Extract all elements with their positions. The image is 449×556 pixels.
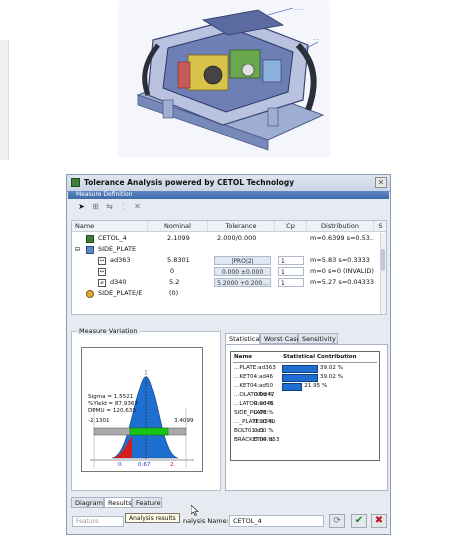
row-nominal: 5.2 — [169, 278, 180, 286]
tab-results[interactable]: Results — [104, 497, 132, 508]
toolbar: ➤ ⊞ ⇆ ⫶ ✕ — [69, 200, 389, 214]
lower-limit: -2.1301 — [88, 418, 110, 424]
close-button[interactable]: ✕ — [375, 177, 387, 188]
contribution-bar — [282, 373, 318, 382]
column-header-distribution[interactable]: Distribution — [307, 221, 374, 232]
collapse-icon[interactable]: ⊟ — [75, 244, 80, 255]
column-header-tolerance[interactable]: Tolerance — [208, 221, 275, 232]
mean-value: 0.67 — [138, 462, 151, 468]
footer-bar: Feature nalysis Name: Analysis results C… — [69, 511, 389, 531]
analysis-name-input[interactable]: CETOL_4 — [229, 515, 324, 527]
row-nominal: 0 — [170, 267, 175, 275]
row-nominal: 5.8301 — [167, 256, 190, 264]
part-icon — [86, 246, 94, 254]
row-tolerance: 2.000/0.000 — [217, 234, 257, 242]
contribution-percent: 0.00 % — [254, 401, 274, 407]
cp-field[interactable]: 1 — [278, 278, 304, 287]
column-header-name[interactable]: Name — [72, 221, 148, 232]
contribution-percent: 39.02 % — [319, 365, 343, 371]
tab-sensitivity[interactable]: Sensitivity — [298, 333, 338, 344]
svg-text:.....: ..... — [313, 36, 319, 41]
cancel-button[interactable]: ✖ — [371, 514, 387, 528]
refresh-button[interactable]: ⟳ — [329, 514, 345, 528]
tolerance-analysis-window: Tolerance Analysis powered by CETOL Tech… — [66, 174, 391, 535]
tab-diagram[interactable]: Diagram — [71, 497, 104, 508]
analysis-name-label: nalysis Name: — [183, 517, 229, 525]
column-header-nominal[interactable]: Nominal — [148, 221, 208, 232]
cp-field[interactable]: 1 — [278, 256, 304, 265]
row-name: SIDE_PLATE/E — [98, 289, 143, 297]
row-name: ad363 — [110, 256, 131, 264]
row-distribution: m=5.83 s=0.3333 — [310, 256, 370, 264]
svg-text:........: ........ — [294, 6, 304, 11]
cad-assembly-image: ........ ..... — [118, 0, 330, 158]
row-distribution: m=0 s=0 (INVALID) — [310, 267, 374, 275]
table-scrollbar-thumb[interactable] — [381, 249, 385, 271]
row-distribution: m=0.6399 s=0.53... — [310, 234, 374, 242]
row-distribution: m=5.27 s=0.04333 — [310, 278, 374, 286]
dimension-icon: ↔ — [98, 257, 106, 265]
contribution-percent: 0.00 % — [254, 392, 274, 398]
left-panel-fragment — [0, 40, 9, 160]
tab-statistical[interactable]: Statistical — [225, 333, 261, 344]
tab-worst-case[interactable]: Worst Case — [260, 333, 301, 344]
row-name: SIDE_PLATE — [98, 245, 137, 253]
row-nominal: (0) — [169, 289, 179, 297]
yield-value: %Yield = 87.9367 — [88, 401, 139, 407]
column-header-name: Name — [234, 354, 253, 360]
contribution-percent: 0.00 % — [254, 428, 274, 434]
contribution-percent: 0.00 % — [254, 419, 274, 425]
diameter-icon: ⌀ — [98, 279, 106, 287]
measure-icon — [86, 235, 94, 243]
app-icon — [71, 178, 80, 187]
stats-readout: Sigma = 1.5521 %Yield = 87.9367 DPMU = 1… — [88, 394, 138, 415]
cp-field[interactable]: 1 — [278, 267, 304, 276]
table-scrollbar[interactable] — [380, 233, 386, 314]
contribution-percent: 21.95 % — [304, 383, 328, 389]
feature-field[interactable]: Feature — [72, 516, 124, 527]
section-header-measure-definition[interactable]: Measure Definition — [68, 191, 389, 199]
delete-icon[interactable]: ✕ — [133, 202, 142, 211]
add-measure-icon[interactable]: ⊞ — [91, 202, 100, 211]
row-nominal: 2.1099 — [167, 234, 190, 242]
tick-left: 0. — [118, 462, 124, 468]
contribution-percent: 0.00 % — [254, 437, 274, 443]
dimension-icon: ↔ — [98, 268, 106, 276]
tolerance-field[interactable]: |PRO|2| — [214, 256, 271, 265]
row-name: CETOL_4 — [98, 234, 127, 242]
contribution-bar — [282, 364, 318, 373]
contribution-name: ...KET04:ad50 — [234, 383, 274, 389]
mouse-cursor-icon — [191, 505, 199, 516]
contribution-name: ...KET04:ad46 — [234, 374, 274, 380]
upper-limit: 3.4099 — [174, 418, 194, 424]
tolerance-field[interactable]: 5.2000 +0.200... — [214, 278, 271, 287]
tolerance-field[interactable]: 0.000 ±0.000 — [214, 267, 271, 276]
measure-table: Name Nominal Tolerance Cp Distribution S… — [71, 220, 387, 315]
column-header-cp[interactable]: Cp — [275, 221, 307, 232]
tab-feature[interactable]: Feature — [132, 497, 162, 508]
ok-button[interactable]: ✔ — [351, 514, 367, 528]
contribution-name: ...PLATE:ad363 — [234, 365, 276, 371]
measure-variation-label: Measure Variation — [77, 327, 140, 335]
link-icon[interactable]: ⇆ — [105, 202, 114, 211]
dpmu-value: DPMU = 120,633 — [88, 408, 136, 414]
contribution-bar — [282, 382, 303, 391]
window-title: Tolerance Analysis powered by CETOL Tech… — [84, 178, 295, 187]
pointer-icon[interactable]: ➤ — [77, 202, 86, 211]
header-divider — [233, 362, 377, 363]
tick-right: 2. — [170, 462, 176, 468]
contribution-percent: 0.00 % — [254, 410, 274, 416]
assembly-icon — [86, 290, 94, 298]
column-header-contribution: Statistical Contribution — [283, 354, 357, 360]
distribution-diagram: Sigma = 1.5521 %Yield = 87.9367 DPMU = 1… — [81, 347, 203, 472]
row-name: d340 — [110, 278, 127, 286]
sigma-value: Sigma = 1.5521 — [88, 394, 134, 400]
contribution-percent: 39.02 % — [319, 374, 343, 380]
title-bar[interactable]: Tolerance Analysis powered by CETOL Tech… — [67, 175, 390, 192]
column-header-s[interactable]: S — [374, 221, 386, 232]
tooltip: Analysis results — [125, 513, 180, 523]
contribution-table: Name Statistical Contribution ...PLATE:a… — [230, 351, 380, 461]
filter-icon[interactable]: ⫶ — [119, 202, 128, 211]
